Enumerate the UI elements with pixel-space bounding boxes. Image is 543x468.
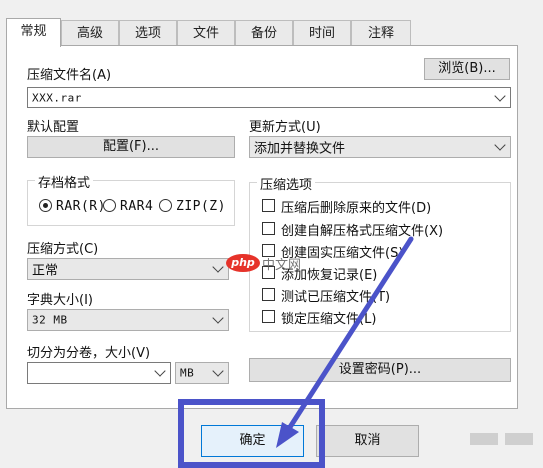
arrow-annotation: [276, 236, 414, 448]
tab-general[interactable]: 常规: [6, 18, 61, 47]
